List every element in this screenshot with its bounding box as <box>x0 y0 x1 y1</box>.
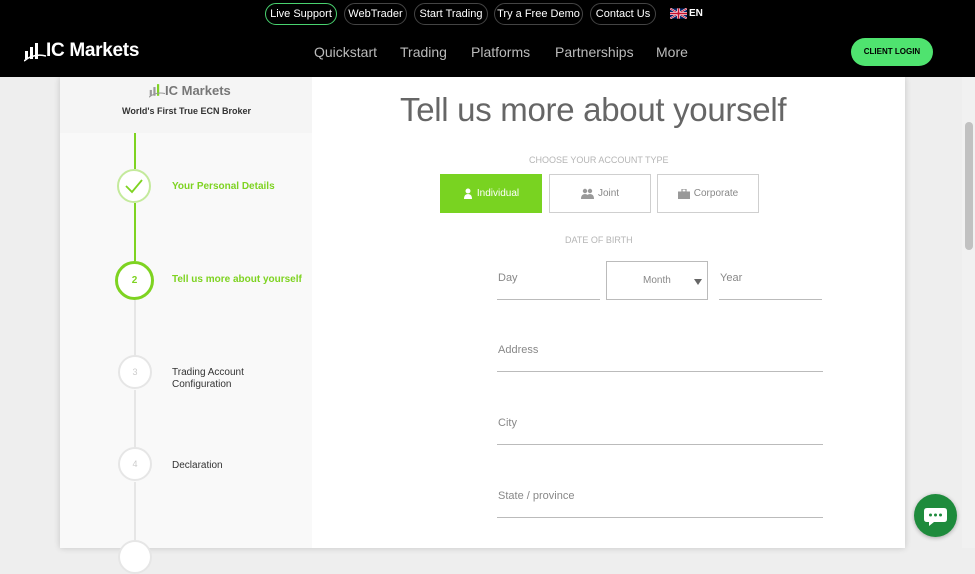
brand-bars-icon <box>149 84 165 98</box>
checkmark-icon <box>125 179 143 194</box>
client-login-button[interactable]: CLIENT LOGIN <box>851 38 933 66</box>
nav-more[interactable]: More <box>656 44 688 60</box>
webtrader-button[interactable]: WebTrader <box>344 3 407 25</box>
brand-name: IC Markets <box>46 40 140 61</box>
chevron-down-icon <box>694 279 702 285</box>
day-placeholder: Day <box>498 272 518 284</box>
chat-bubble-icon <box>924 508 947 526</box>
start-trading-button[interactable]: Start Trading <box>414 3 488 25</box>
date-of-birth-label: DATE OF BIRTH <box>565 235 633 245</box>
corporate-label: Corporate <box>693 188 739 199</box>
progress-sidebar: IC Markets World's First True ECN Broker… <box>60 77 312 574</box>
day-input[interactable]: Day <box>497 265 600 300</box>
state-province-input[interactable]: State / province <box>497 485 823 518</box>
progress-line <box>134 203 136 261</box>
joint-account-button[interactable]: Joint <box>549 174 651 213</box>
person-icon <box>463 188 472 199</box>
contact-us-button[interactable]: Contact Us <box>590 3 656 25</box>
briefcase-icon <box>677 188 690 199</box>
people-icon <box>580 188 594 199</box>
brand-logo[interactable]: IC Markets <box>24 36 139 62</box>
step-2-label: Tell us more about yourself <box>172 274 302 285</box>
scrollbar-thumb[interactable] <box>965 122 973 250</box>
language-code: EN <box>689 8 703 19</box>
nav-trading[interactable]: Trading <box>400 44 447 60</box>
progress-line <box>134 133 136 169</box>
progress-line <box>134 390 136 447</box>
corporate-account-button[interactable]: Corporate <box>657 174 759 213</box>
registration-card: IC Markets World's First True ECN Broker… <box>60 77 905 574</box>
step-3-indicator: 3 <box>118 355 152 389</box>
address-input[interactable]: Address <box>497 339 823 372</box>
page-title: Tell us more about yourself <box>400 91 787 128</box>
sidebar-logo: IC Markets <box>149 79 231 98</box>
live-chat-button[interactable] <box>914 494 957 537</box>
city-input[interactable]: City <box>497 412 823 445</box>
sidebar-brand-name: IC Markets <box>165 83 231 98</box>
step-1-indicator <box>117 169 151 203</box>
form-area: Tell us more about yourself CHOOSE YOUR … <box>312 77 905 548</box>
nav-quickstart[interactable]: Quickstart <box>314 44 377 60</box>
individual-account-button[interactable]: Individual <box>440 174 542 213</box>
page-scrollbar[interactable] <box>962 77 975 548</box>
city-placeholder: City <box>498 417 517 429</box>
progress-line <box>134 482 136 542</box>
step-1-label: Your Personal Details <box>172 181 275 192</box>
year-placeholder: Year <box>720 272 743 284</box>
address-placeholder: Address <box>498 344 539 356</box>
top-utility-bar: Live Support WebTrader Start Trading Try… <box>0 0 975 28</box>
language-selector[interactable]: EN <box>670 8 703 19</box>
joint-label: Joint <box>597 188 620 199</box>
main-navbar: IC Markets Quickstart Trading Platforms … <box>0 28 975 77</box>
progress-line <box>134 300 136 355</box>
nav-partnerships[interactable]: Partnerships <box>555 44 634 60</box>
step-3-label: Trading Account Configuration <box>172 367 244 390</box>
account-type-label: CHOOSE YOUR ACCOUNT TYPE <box>529 155 669 165</box>
sidebar-brand: IC Markets World's First True ECN Broker <box>60 77 312 133</box>
step-4-label: Declaration <box>172 460 223 471</box>
sidebar-tagline: World's First True ECN Broker <box>122 106 252 116</box>
month-placeholder: Month <box>643 275 671 286</box>
brand-bars-icon <box>24 43 46 62</box>
state-placeholder: State / province <box>498 490 575 502</box>
step-2-indicator: 2 <box>115 261 154 300</box>
month-select[interactable]: Month <box>606 261 708 300</box>
year-input[interactable]: Year <box>719 265 822 300</box>
nav-platforms[interactable]: Platforms <box>471 44 530 60</box>
individual-label: Individual <box>476 188 520 199</box>
live-support-button[interactable]: Live Support <box>265 3 337 25</box>
free-demo-button[interactable]: Try a Free Demo <box>494 3 583 25</box>
uk-flag-icon <box>670 8 687 19</box>
step-5-indicator <box>118 540 152 574</box>
step-4-indicator: 4 <box>118 447 152 481</box>
